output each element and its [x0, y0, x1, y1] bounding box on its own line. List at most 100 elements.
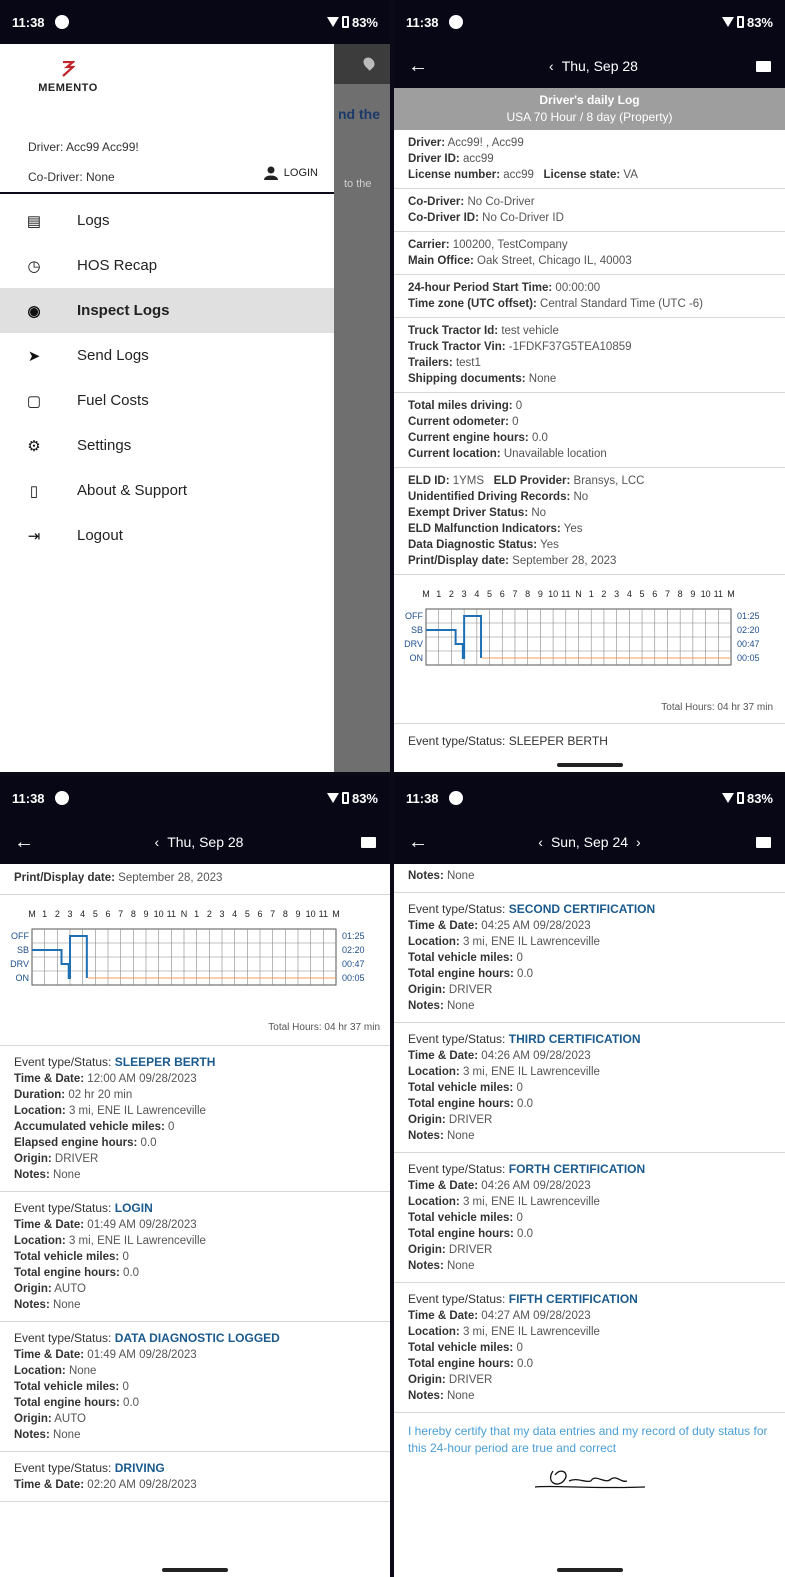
duty-row-label: SB — [17, 945, 29, 955]
logout-icon: ⇥ — [27, 527, 41, 545]
log-content[interactable]: Print/Display date: September 28, 2023 M… — [0, 864, 390, 1577]
hour-tick-label: 1 — [589, 589, 594, 599]
background-text: nd the — [338, 106, 380, 122]
hour-tick-label: 2 — [601, 589, 606, 599]
log-content[interactable]: Notes: None Event type/Status: SECOND CE… — [394, 864, 785, 1577]
hour-tick-label: 7 — [665, 589, 670, 599]
event-field: Location: None — [14, 1365, 97, 1377]
status-time: 11:38 — [406, 790, 439, 806]
login-button[interactable]: LOGIN — [263, 166, 318, 180]
hour-tick-label: 10 — [701, 589, 711, 599]
event-field: Total vehicle miles: 0 — [408, 1082, 523, 1094]
menu-item-label: Logs — [77, 212, 110, 229]
event-field: Total engine hours: 0.0 — [14, 1397, 140, 1409]
hour-tick-label: 2 — [55, 909, 60, 919]
log-date: Thu, Sep 28 — [167, 834, 244, 850]
hour-tick-label: M — [332, 909, 340, 919]
duty-status-graph: M 1 2 3 4 5 6 7 8 9 10 11 N 1 2 3 4 5 6 7 8 9 10 11 M OFF 01:25 SB 0… — [394, 575, 785, 724]
next-day-chevron-icon[interactable]: › — [636, 834, 641, 850]
hour-tick-label: 11 — [561, 589, 570, 599]
duty-row-total: 00:47 — [342, 959, 365, 969]
status-bar: 11:38 83% — [0, 776, 390, 820]
mail-icon[interactable] — [756, 836, 771, 848]
location-icon — [361, 55, 377, 71]
hour-tick-label: 4 — [474, 589, 479, 599]
event-field: Total vehicle miles: 0 — [14, 1381, 129, 1393]
hour-tick-label: 4 — [232, 909, 237, 919]
menu-item-label: Logout — [77, 527, 123, 544]
duty-status-graph: M 1 2 3 4 5 6 7 8 9 10 11 N 1 2 3 4 5 6 7 8 9 10 11 M OFF 01:25 SB 0… — [0, 895, 390, 1046]
drawer-menu: ▤ Logs ◷ HOS Recap ◉ Inspect Logs ➤ Send Logs ▢ F… — [0, 194, 334, 558]
hour-tick-label: 4 — [627, 589, 632, 599]
login-label: LOGIN — [283, 167, 318, 179]
event-field: Total engine hours: 0.0 — [408, 1228, 534, 1240]
menu-item-settings[interactable]: ⚙ Settings — [0, 423, 334, 468]
hour-tick-label: 10 — [306, 909, 316, 919]
google-icon — [448, 15, 463, 29]
event-field: Location: 3 mi, ENE IL Lawrenceville — [408, 1066, 600, 1078]
status-bar: 11:38 83% — [0, 0, 390, 44]
event-field: Location: 3 mi, ENE IL Lawrenceville — [408, 1326, 600, 1338]
event-field: Notes: None — [14, 1169, 81, 1181]
event-field: Time & Date: 12:00 AM 09/28/2023 — [14, 1073, 197, 1085]
event-status: THIRD CERTIFICATION — [508, 1032, 641, 1046]
log-date: Thu, Sep 28 — [561, 58, 638, 74]
odometer-section: Total miles driving: 0 Current odometer:… — [394, 393, 785, 468]
event-field: Elapsed engine hours: 0.0 — [14, 1137, 157, 1149]
event-item: Event type/Status: FIFTH CERTIFICATION Ti… — [394, 1283, 785, 1413]
mail-icon[interactable] — [756, 60, 771, 72]
mail-icon[interactable] — [361, 836, 376, 848]
person-icon — [263, 166, 278, 180]
menu-item-fuel-costs[interactable]: ▢ Fuel Costs — [0, 378, 334, 423]
status-bar: 11:38 83% — [394, 0, 785, 44]
certification-events-screen: 11:38 83% ← ‹ Sun, Sep 24 › Notes: None … — [394, 776, 785, 1577]
menu-item-about-support[interactable]: ▯ About & Support — [0, 468, 334, 513]
list-icon: ▤ — [26, 212, 42, 230]
battery-icon — [341, 16, 349, 28]
alarm-icon: ◷ — [27, 257, 41, 275]
menu-item-logout[interactable]: ⇥ Logout — [0, 513, 334, 558]
menu-item-label: HOS Recap — [77, 257, 158, 274]
hour-tick-label: 7 — [270, 909, 275, 919]
event-field: Time & Date: 01:49 AM 09/28/2023 — [14, 1219, 197, 1231]
hour-tick-label: 4 — [80, 909, 85, 919]
home-indicator — [162, 1568, 228, 1572]
hour-tick-label: 5 — [487, 589, 492, 599]
hour-tick-label: 11 — [319, 909, 328, 919]
hour-tick-label: M — [422, 589, 430, 599]
menu-item-hos-recap[interactable]: ◷ HOS Recap — [0, 243, 334, 288]
google-icon — [54, 791, 69, 805]
prev-day-chevron-icon[interactable]: ‹ — [549, 58, 554, 74]
home-indicator — [556, 1568, 623, 1572]
event-field: Total engine hours: 0.0 — [408, 1358, 534, 1370]
hour-tick-label: 10 — [154, 909, 164, 919]
menu-item-send-logs[interactable]: ➤ Send Logs — [0, 333, 334, 378]
back-arrow-icon[interactable]: ← — [14, 831, 34, 854]
prev-day-chevron-icon[interactable]: ‹ — [155, 834, 160, 850]
event-field: Origin: AUTO — [14, 1413, 87, 1425]
duty-row-label: ON — [16, 973, 30, 983]
google-icon — [54, 15, 69, 29]
event-status: LOGIN — [114, 1201, 153, 1215]
hour-tick-label: 9 — [690, 589, 695, 599]
log-content[interactable]: Driver's daily Log USA 70 Hour / 8 day (… — [394, 88, 785, 772]
back-arrow-icon[interactable]: ← — [408, 55, 428, 78]
google-icon — [448, 791, 463, 805]
duty-row-label: DRV — [404, 639, 423, 649]
prev-day-chevron-icon[interactable]: ‹ — [538, 834, 543, 850]
menu-item-label: Settings — [77, 437, 132, 454]
menu-item-inspect-logs[interactable]: ◉ Inspect Logs — [0, 288, 334, 333]
log-header-sub: USA 70 Hour / 8 day (Property) — [506, 110, 673, 124]
send-icon: ➤ — [27, 347, 41, 365]
menu-item-label: Inspect Logs — [77, 302, 170, 319]
signature-image — [534, 1470, 645, 1489]
back-arrow-icon[interactable]: ← — [408, 831, 428, 854]
app-bar: ← ‹ Sun, Sep 24 › — [394, 820, 785, 864]
menu-item-label: Fuel Costs — [77, 392, 149, 409]
duty-row-total: 00:05 — [342, 973, 365, 983]
event-status: FORTH CERTIFICATION — [508, 1162, 646, 1176]
menu-item-logs[interactable]: ▤ Logs — [0, 198, 334, 243]
hour-tick-label: 11 — [714, 589, 723, 599]
duty-row-label: ON — [410, 653, 424, 663]
vehicle-section: Truck Tractor Id: test vehicle Truck Tra… — [394, 318, 785, 393]
